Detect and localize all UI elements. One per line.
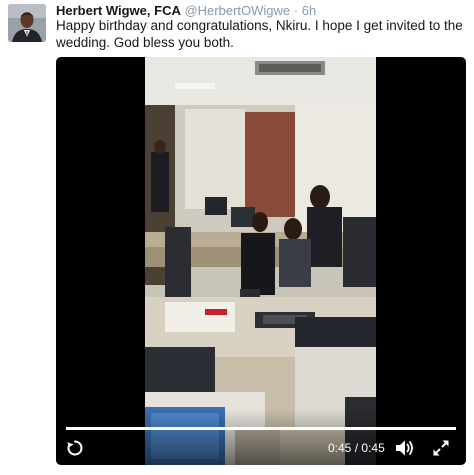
- time-separator: /: [354, 441, 359, 455]
- progress-bar[interactable]: [66, 427, 456, 430]
- time-readout: 0:45 / 0:45: [328, 441, 385, 455]
- video-frame[interactable]: [145, 57, 376, 465]
- author-name[interactable]: Herbert Wigwe, FCA: [56, 3, 181, 18]
- header-separator: ·: [293, 3, 299, 18]
- volume-icon[interactable]: [395, 439, 415, 457]
- avatar-photo: [8, 4, 46, 42]
- tweet-timestamp[interactable]: 6h: [302, 3, 316, 18]
- tweet-text: Happy birthday and congratulations, Nkir…: [56, 18, 463, 50]
- progress-fill: [66, 427, 456, 430]
- fullscreen-icon[interactable]: [432, 439, 450, 457]
- author-handle[interactable]: @HerbertOWigwe: [184, 3, 290, 18]
- current-time: 0:45: [328, 441, 352, 455]
- video-controls: 0:45 / 0:45: [56, 409, 466, 465]
- video-still: [145, 57, 376, 465]
- duration: 0:45: [361, 441, 385, 455]
- tweet-card: Herbert Wigwe, FCA @HerbertOWigwe · 6h H…: [0, 0, 474, 475]
- replay-icon[interactable]: [66, 439, 84, 457]
- video-player[interactable]: 0:45 / 0:45: [56, 57, 466, 465]
- avatar[interactable]: [8, 4, 46, 42]
